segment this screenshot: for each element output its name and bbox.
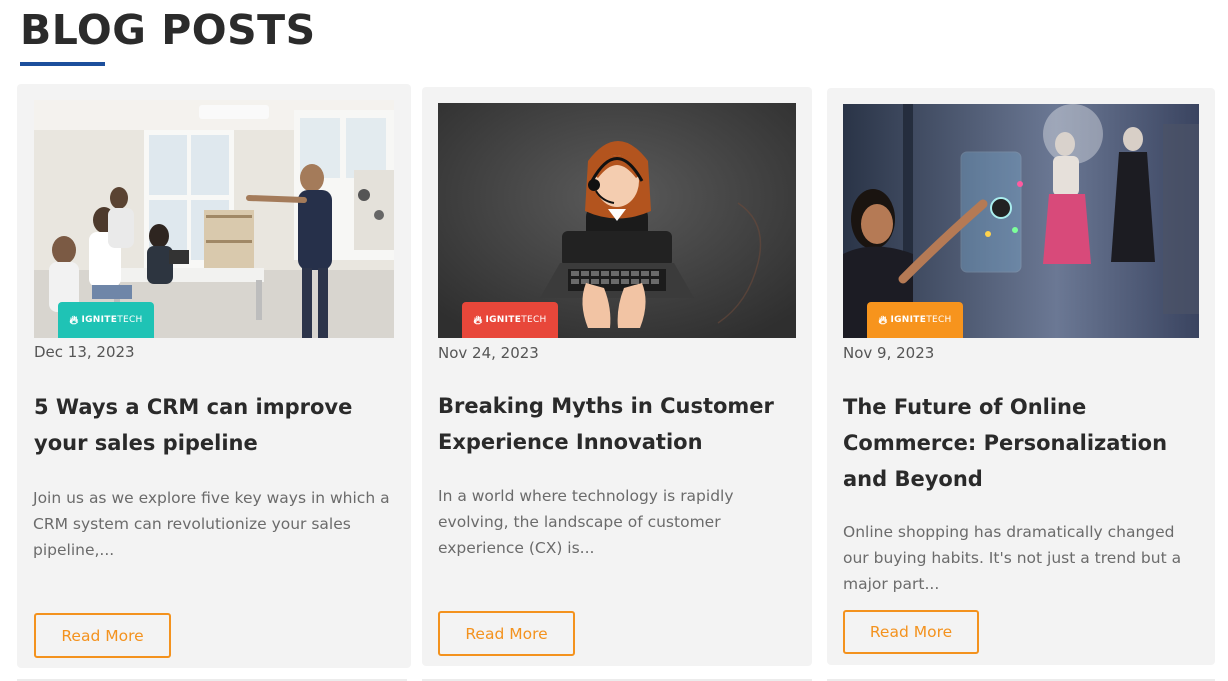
post-date: Dec 13, 2023: [34, 343, 135, 361]
title-underline: [20, 62, 105, 66]
brand-name-light: TECH: [926, 315, 952, 325]
brand-badge: 🔥︎ IGNITE TECH: [58, 302, 154, 338]
brand-badge: 🔥︎ IGNITE TECH: [462, 302, 558, 338]
brand-name-bold: IGNITE: [890, 315, 927, 325]
flame-icon: 🔥︎: [69, 312, 79, 327]
post-title[interactable]: 5 Ways a CRM can improve your sales pipe…: [34, 389, 394, 461]
post-image[interactable]: 🔥︎ IGNITE TECH: [438, 103, 796, 338]
blog-card: 🔥︎ IGNITE TECH Nov 24, 2023 Breaking Myth…: [422, 87, 812, 666]
post-excerpt: Join us as we explore five key ways in w…: [33, 489, 390, 559]
post-title[interactable]: The Future of Online Commerce: Personali…: [843, 389, 1199, 497]
post-date: Nov 9, 2023: [843, 344, 935, 362]
section-title: BLOG POSTS: [20, 6, 316, 54]
flame-icon: 🔥︎: [878, 312, 888, 327]
blog-card: 🔥︎ IGNITE TECH Nov 9, 2023 The Future of …: [827, 88, 1215, 665]
post-excerpt: Online shopping has dramatically changed…: [843, 523, 1182, 593]
read-more-button[interactable]: Read More: [438, 611, 575, 656]
flame-icon: 🔥︎: [473, 312, 483, 327]
read-more-button[interactable]: Read More: [34, 613, 171, 658]
blog-card: 🔥︎ IGNITE TECH Dec 13, 2023 5 Ways a CRM …: [17, 84, 411, 668]
brand-name-light: TECH: [521, 315, 547, 325]
post-title[interactable]: Breaking Myths in Customer Experience In…: [438, 388, 796, 460]
brand-name-bold: IGNITE: [81, 315, 118, 325]
brand-name-light: TECH: [117, 315, 143, 325]
post-date: Nov 24, 2023: [438, 344, 539, 362]
post-image[interactable]: 🔥︎ IGNITE TECH: [843, 104, 1199, 338]
read-more-button[interactable]: Read More: [843, 610, 979, 654]
brand-name-bold: IGNITE: [485, 315, 522, 325]
brand-badge: 🔥︎ IGNITE TECH: [867, 302, 963, 338]
post-excerpt: In a world where technology is rapidly e…: [438, 487, 734, 557]
post-image[interactable]: 🔥︎ IGNITE TECH: [34, 100, 394, 338]
